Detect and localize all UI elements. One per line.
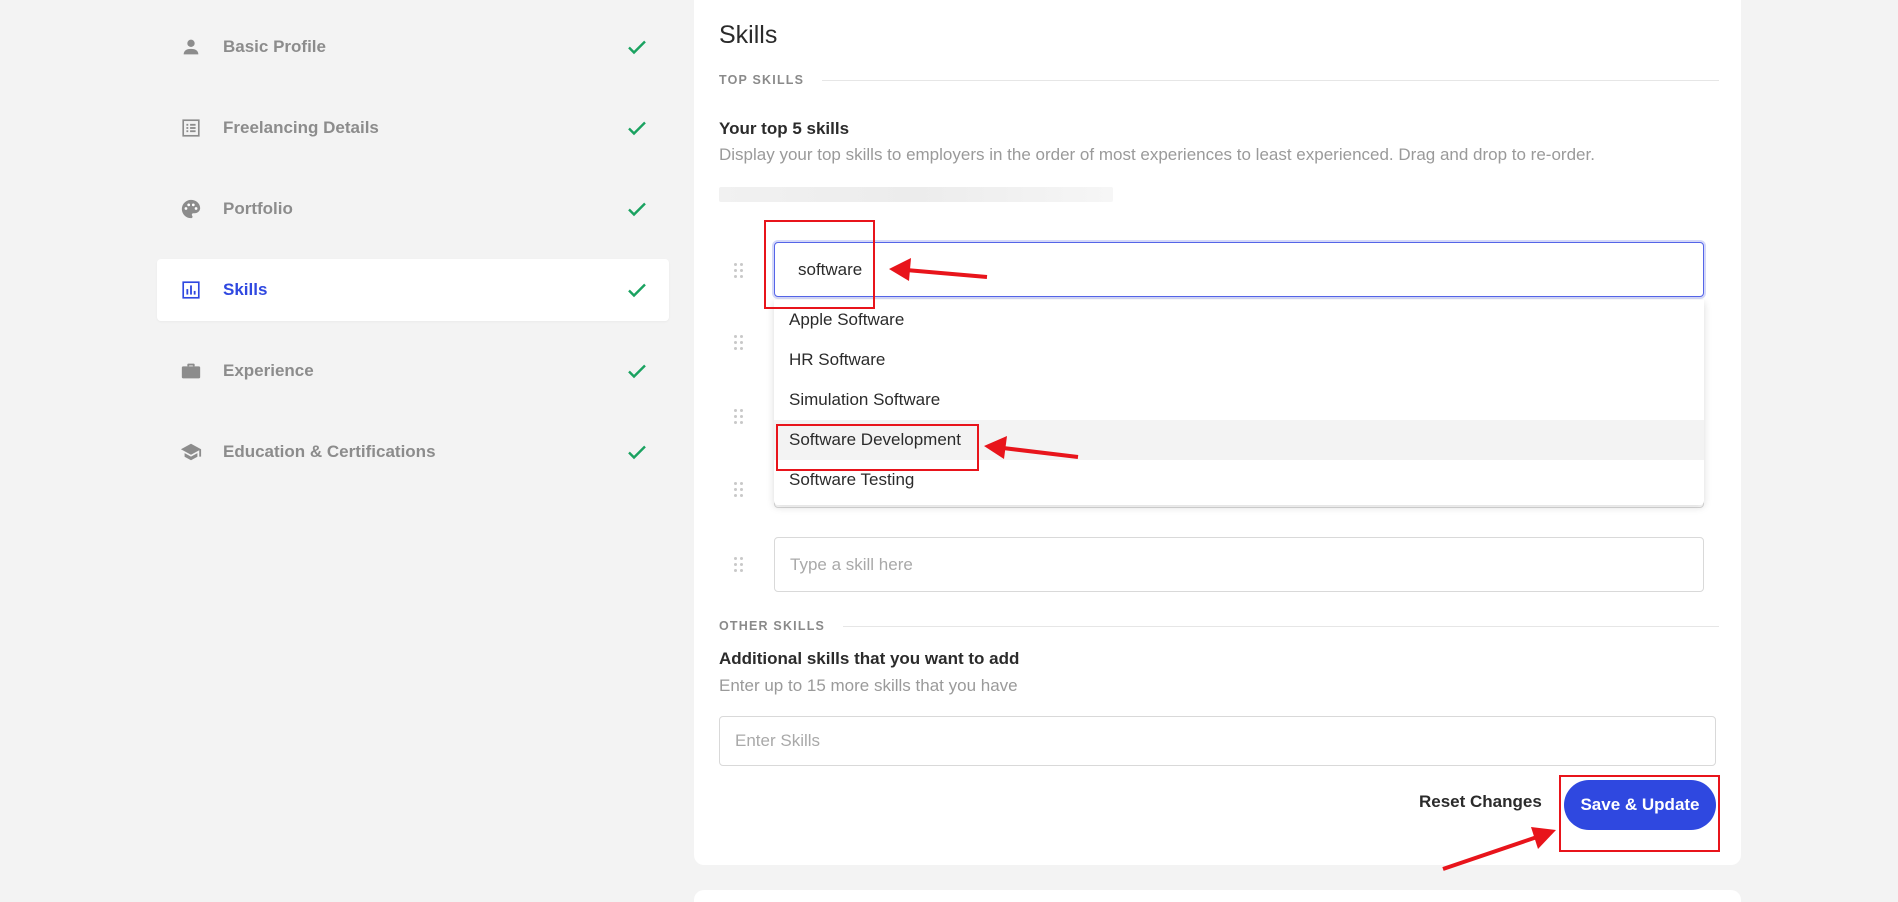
sidebar-item-education[interactable]: Education & Certifications	[157, 421, 669, 483]
check-icon	[628, 283, 646, 298]
drag-handle-icon[interactable]	[734, 335, 744, 350]
sidebar-item-experience[interactable]: Experience	[157, 340, 669, 402]
drag-handle-icon[interactable]	[734, 557, 744, 572]
sidebar-item-label: Portfolio	[223, 199, 293, 218]
sidebar-item-label: Experience	[223, 361, 314, 380]
section-label: OTHER SKILLS	[719, 619, 826, 633]
top-skills-heading: Your top 5 skills	[719, 119, 850, 138]
drag-handle-icon[interactable]	[734, 409, 744, 424]
sidebar-item-portfolio[interactable]: Portfolio	[157, 178, 669, 240]
drag-handle-icon[interactable]	[734, 482, 744, 497]
loading-placeholder	[719, 187, 1113, 202]
top-skills-description: Display your top skills to employers in …	[719, 145, 1595, 164]
sidebar-item-skills[interactable]: Skills	[157, 259, 669, 321]
top-skills-divider: TOP SKILLS	[719, 73, 1719, 87]
briefcase-icon	[179, 359, 203, 383]
other-skills-description: Enter up to 15 more skills that you have	[719, 676, 1018, 695]
suggestion-item-highlighted[interactable]: Software Development	[774, 420, 1704, 460]
drag-handle-icon[interactable]	[734, 263, 744, 278]
save-update-button[interactable]: Save & Update	[1564, 780, 1716, 830]
skill-suggestions-dropdown: Apple Software HR Software Simulation So…	[774, 300, 1704, 505]
suggestion-item[interactable]: HR Software	[774, 340, 1704, 380]
section-label: TOP SKILLS	[719, 73, 805, 87]
check-icon	[628, 121, 646, 136]
person-icon	[179, 35, 203, 59]
sidebar-item-label: Basic Profile	[223, 37, 326, 56]
sidebar-item-label: Skills	[223, 280, 268, 299]
suggestion-item[interactable]: Apple Software	[774, 300, 1704, 340]
check-icon	[628, 364, 646, 379]
other-skills-input[interactable]	[719, 716, 1716, 766]
sidebar-item-freelancing-details[interactable]: Freelancing Details	[157, 97, 669, 159]
graduation-cap-icon	[179, 440, 203, 464]
skill-input-1[interactable]	[774, 242, 1704, 297]
reset-changes-button[interactable]: Reset Changes	[1419, 792, 1542, 812]
other-skills-divider: OTHER SKILLS	[719, 619, 1719, 633]
sidebar-item-label: Education & Certifications	[223, 442, 436, 461]
check-icon	[628, 40, 646, 55]
sidebar-item-basic-profile[interactable]: Basic Profile	[157, 16, 669, 78]
page-title: Skills	[719, 21, 778, 49]
check-icon	[628, 445, 646, 460]
skills-card: Skills TOP SKILLS Your top 5 skills Disp…	[694, 0, 1741, 865]
palette-icon	[179, 197, 203, 221]
suggestion-item[interactable]: Software Testing	[774, 460, 1704, 500]
next-card	[694, 890, 1741, 902]
other-skills-heading: Additional skills that you want to add	[719, 649, 1020, 668]
suggestion-item[interactable]: Simulation Software	[774, 380, 1704, 420]
list-icon	[179, 116, 203, 140]
sidebar-item-label: Freelancing Details	[223, 118, 379, 137]
bar-chart-icon	[179, 278, 203, 302]
profile-sidebar: Basic Profile Freelancing Details Portfo…	[157, 16, 669, 502]
skill-input-5[interactable]	[774, 537, 1704, 592]
check-icon	[628, 202, 646, 217]
